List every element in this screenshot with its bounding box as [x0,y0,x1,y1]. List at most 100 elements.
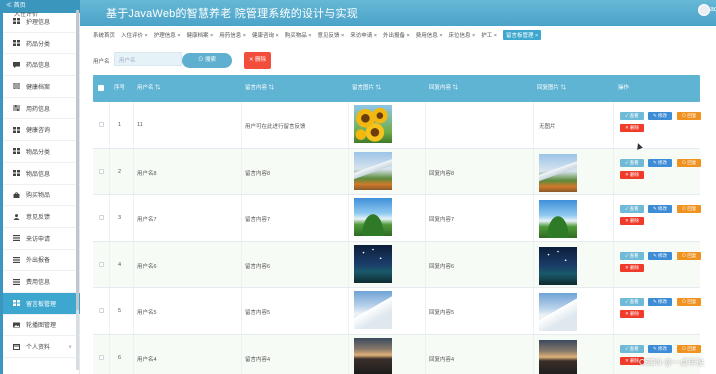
reply-image[interactable] [539,339,577,374]
delete-button[interactable]: ✕ 删除 [620,124,644,132]
reply-button[interactable]: ⊙ 回复 [677,251,701,260]
user-name[interactable]: ad [710,6,716,13]
tab[interactable]: 系统首页 [93,31,115,39]
reply-image[interactable] [539,153,577,192]
view-button[interactable]: ✓ 查看 [620,158,644,167]
sidebar-item[interactable]: 健康咨询 [3,119,80,142]
tab[interactable]: 健康档案 × [187,31,214,39]
column-header[interactable]: 回复内容 ⇅ [429,75,458,102]
edit-button[interactable]: ✎ 修改 [648,298,672,307]
edit-button[interactable]: ✎ 修改 [648,205,672,214]
column-header[interactable]: 留言图片 ⇅ [352,75,381,102]
column-divider [533,241,534,288]
row-index: 2 [118,168,122,175]
row-index: 3 [118,215,122,222]
reply-button[interactable]: ⊙ 回复 [677,158,701,167]
user-name-cell: 11 [137,122,143,128]
sidebar-item[interactable]: 留言板管理 [3,292,80,315]
tab[interactable]: 护理信息 × [154,31,181,39]
sidebar-item[interactable]: 药品分类 [3,33,80,55]
tab[interactable]: 外出报备 × [383,31,410,39]
sidebar-item[interactable]: 来访申请 [3,228,80,250]
sidebar-item[interactable]: 个人资料 ∨ [3,336,80,358]
delete-button[interactable]: ✕ 删除 [244,52,271,69]
tab[interactable]: 入住评价 × [121,31,148,39]
row-checkbox[interactable] [99,354,104,360]
column-divider [348,148,349,195]
delete-button[interactable]: ✕ 删除 [620,310,644,319]
tab[interactable]: 健康咨询 × [252,31,279,39]
delete-button[interactable]: ✕ 删除 [620,217,644,226]
sidebar-item[interactable]: 物品信息 [3,163,80,185]
view-button[interactable]: ✓ 查看 [620,112,644,120]
reply-image[interactable] [539,293,577,332]
message-image[interactable] [354,244,392,283]
column-divider [109,334,110,374]
row-checkbox[interactable] [99,261,104,267]
message-image[interactable] [354,105,392,143]
search-button[interactable]: ⊙ 搜索 [182,53,232,68]
tab[interactable]: 用药信息 × [219,31,246,39]
view-button[interactable]: ✓ 查看 [620,251,644,260]
sidebar-item[interactable]: 物品分类 [3,141,80,163]
reply-button[interactable]: ⊙ 回复 [677,112,701,120]
tab[interactable]: 护工 × [481,31,497,39]
edit-button[interactable]: ✎ 修改 [648,251,672,260]
reply-button[interactable]: ⊙ 回复 [677,205,701,214]
reply-image[interactable] [539,246,577,285]
column-header[interactable]: 用户名 ⇅ [137,75,161,102]
select-all-checkbox[interactable] [98,85,104,91]
sidebar-item[interactable]: 费用信息 [3,271,80,293]
tab[interactable]: 床位信息 × [449,31,476,39]
sidebar-home-link[interactable]: ≪ 首页 [2,1,30,11]
tab[interactable]: 购买物品 × [285,31,312,39]
bag-icon [13,192,20,198]
tab[interactable]: 留言板管理 × [503,30,542,40]
search-input[interactable]: 用户名 [114,52,182,66]
view-button[interactable]: ✓ 查看 [620,344,644,353]
delete-button[interactable]: ✕ 删除 [620,263,644,272]
chevron-down-icon[interactable]: ∨ [68,344,72,350]
reply-button[interactable]: ⊙ 回复 [677,344,701,353]
sidebar-item-label: 物品分类 [26,149,51,156]
edit-button[interactable]: ✎ 修改 [648,158,672,167]
sidebar-item-label: 轮播图管理 [26,323,57,330]
tab[interactable]: 费用信息 × [416,31,443,39]
sidebar-item[interactable]: 购买物品 [3,185,80,207]
row-checkbox[interactable] [99,168,104,174]
column-header[interactable]: 留言内容 ⇅ [245,75,274,102]
row-checkbox[interactable] [99,215,104,221]
tab[interactable]: 意见反馈 × [318,31,345,39]
sidebar-item[interactable]: 用药信息 [3,98,80,120]
delete-button[interactable]: ✕ 删除 [620,170,644,179]
sidebar: ≪ 首页 入住评价 护理信息 药品分类 药品信息 健康档案 用药信息 健康咨询 物品分类 物品… [0,0,80,374]
avatar[interactable] [698,4,710,16]
sidebar-item[interactable]: 健康档案 [3,76,80,98]
sidebar-item[interactable]: 药品信息 [3,54,80,77]
sidebar-item-label: 费用信息 [26,280,51,287]
user-name-cell: 用户名4 [137,356,157,363]
message-image[interactable] [354,198,392,237]
view-button[interactable]: ✓ 查看 [620,205,644,214]
sidebar-item[interactable]: 轮播图管理 [3,315,80,337]
message-image[interactable] [354,337,392,374]
row-checkbox[interactable] [99,308,104,314]
message-image[interactable] [354,291,392,330]
sidebar-scrollbar-thumb[interactable] [76,10,79,310]
row-checkbox[interactable] [99,122,104,127]
edit-button[interactable]: ✎ 修改 [648,344,672,353]
view-button[interactable]: ✓ 查看 [620,298,644,307]
sidebar-item-label: 健康档案 [26,84,51,91]
sidebar-scrollbar[interactable] [76,10,79,370]
edit-button[interactable]: ✎ 修改 [648,112,672,120]
reply-button[interactable]: ⊙ 回复 [677,298,701,307]
tab[interactable]: 来访申请 × [350,31,377,39]
sidebar-item[interactable]: 护理信息 [3,11,80,33]
sidebar-item[interactable]: 外出报备 [3,250,80,272]
column-header[interactable]: 回复图片 ⇅ [537,75,566,102]
reply-image[interactable] [539,200,577,239]
column-header: 序号 [114,85,126,91]
message-image[interactable] [354,151,392,190]
sidebar-item[interactable]: 意见反馈 [3,206,80,228]
table-body: 1 11 用户可在此进行留言反馈 无图片 ✓ 查看 ✎ 修改 ⊙ 回复 ✕ 删除 2 用户名8 留言… [93,102,701,374]
